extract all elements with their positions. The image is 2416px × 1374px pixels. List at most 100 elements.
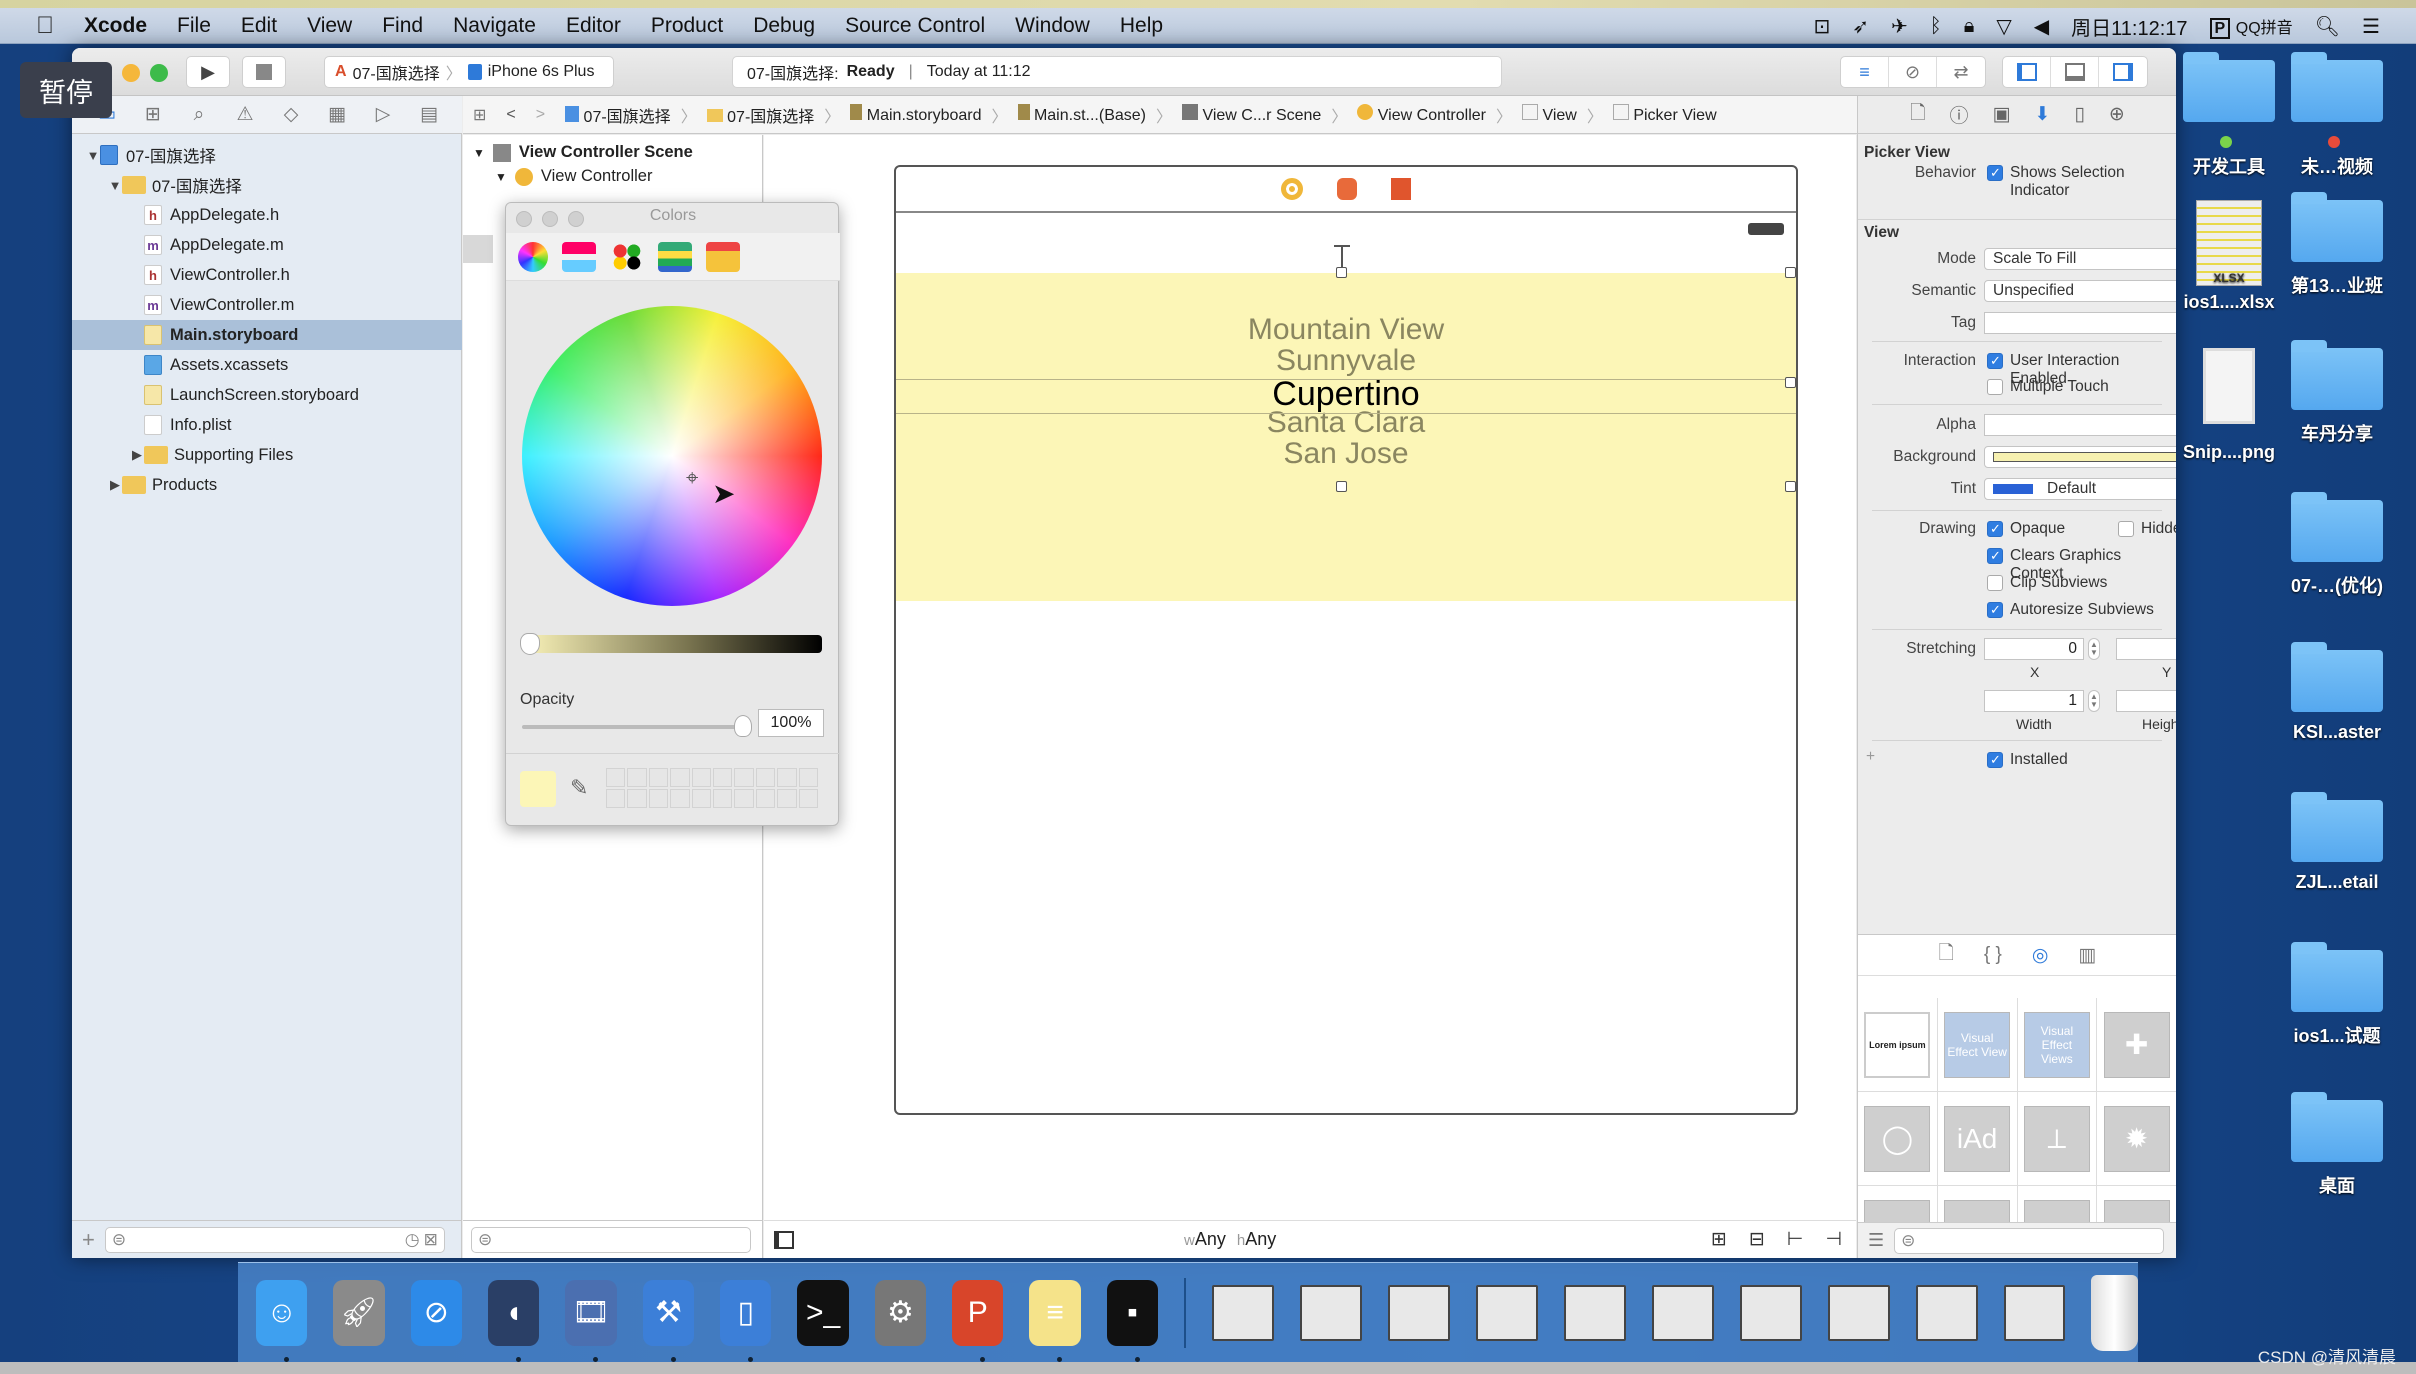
xcode-icon[interactable]: ⚒ (642, 1279, 695, 1362)
disclosure-triangle-icon[interactable]: ▼ (495, 170, 507, 184)
lock-icon[interactable]: 🔒︎ (1964, 15, 1975, 38)
library-item[interactable]: iAd (1937, 1092, 2018, 1186)
hidden-checkbox[interactable] (2118, 521, 2134, 537)
stretch-x-field[interactable]: 0 (1984, 638, 2084, 660)
color-wheel[interactable] (522, 306, 822, 606)
menu-window[interactable]: Window (1015, 14, 1090, 38)
color-swatch-slot[interactable] (648, 768, 669, 787)
crayons-tab-icon[interactable] (706, 241, 740, 272)
color-swatch-slot[interactable] (627, 768, 647, 787)
warning-icon[interactable]: ⚠ (232, 103, 258, 127)
toggle-utilities-button[interactable] (2099, 57, 2147, 87)
minimized-window-thumbnail[interactable] (1299, 1284, 1362, 1341)
movie-app-icon[interactable]: 🎞︎ (565, 1279, 617, 1362)
library-item[interactable]: Visual Effect Views (2017, 998, 2098, 1092)
menu-debug[interactable]: Debug (753, 14, 815, 38)
menu-xcode[interactable]: Xcode (84, 14, 147, 38)
menu-product[interactable]: Product (651, 14, 723, 38)
toggle-debug-button[interactable] (2051, 57, 2099, 87)
color-swatch-slot[interactable] (712, 768, 733, 787)
alpha-field[interactable]: 1 (1984, 414, 2176, 436)
color-swatch-slot[interactable] (670, 789, 690, 808)
zoom-button[interactable] (150, 64, 168, 82)
color-wheel-tab-icon[interactable] (518, 241, 548, 272)
list-view-icon[interactable]: ☰ (1868, 1230, 1884, 1251)
library-item[interactable]: ⟂ (2017, 1092, 2098, 1186)
location-icon[interactable]: ➶ (1852, 14, 1869, 39)
opacity-slider[interactable] (522, 725, 742, 729)
opacity-value[interactable]: 100% (758, 709, 824, 737)
breakpoint-icon[interactable]: ▷ (370, 103, 396, 127)
pin-icon[interactable]: ⊢ (1787, 1228, 1804, 1251)
installed-checkbox[interactable] (1987, 752, 2003, 768)
tag-field[interactable]: 0 (1984, 312, 2176, 334)
resize-handle[interactable] (1336, 267, 1347, 278)
opacity-knob[interactable] (734, 715, 752, 737)
code-snippet-icon[interactable]: { } (1984, 944, 2002, 966)
view-controller-icon[interactable] (1281, 178, 1303, 200)
back-button[interactable]: < (506, 106, 515, 124)
pause-badge[interactable]: 暂停 (20, 62, 112, 118)
trash-icon[interactable] (2091, 1274, 2138, 1351)
color-swatch-slot[interactable] (691, 789, 711, 808)
current-color-swatch[interactable] (520, 771, 556, 807)
color-swatch-slot[interactable] (670, 768, 690, 787)
debug-icon[interactable]: ▦ (324, 103, 350, 127)
volume-icon[interactable]: ◀ (2034, 14, 2049, 39)
stop-button[interactable] (242, 56, 286, 88)
picker-row[interactable]: San Jose (896, 437, 1796, 471)
stretch-x-stepper[interactable]: ▲ ▼ (2088, 638, 2100, 660)
exit-icon[interactable] (1391, 178, 1411, 200)
system-preferences-icon[interactable]: ⚙ (874, 1279, 927, 1346)
safari-icon[interactable]: ⊘ (410, 1279, 463, 1346)
file-tree-item[interactable]: LaunchScreen.storyboard (72, 380, 462, 410)
desktop-item[interactable]: ZJL...etail (2282, 792, 2392, 893)
color-palettes-tab-icon[interactable] (610, 241, 644, 272)
object-library-icon[interactable]: ◎ (2032, 944, 2049, 967)
disclosure-triangle-icon[interactable]: ▶ (108, 477, 122, 493)
connections-inspector-icon[interactable]: ⊕ (2109, 103, 2125, 126)
standard-editor-button[interactable]: ≡ (1841, 57, 1889, 87)
stretch-width-stepper[interactable]: ▲ ▼ (2088, 690, 2100, 712)
semantic-popup[interactable]: Unspecified⇕ (1984, 280, 2176, 302)
disclosure-triangle-icon[interactable]: ▶ (130, 447, 144, 463)
autoresize-subviews-checkbox[interactable] (1987, 602, 2003, 618)
identity-inspector-icon[interactable]: ▣ (1993, 103, 2011, 126)
bluetooth-icon[interactable]: ᛒ (1930, 15, 1942, 38)
stretch-width-field[interactable]: 1 (1984, 690, 2084, 712)
multiple-touch-checkbox[interactable] (1987, 379, 2003, 395)
powerpoint-icon[interactable]: P (952, 1279, 1004, 1362)
picker-row[interactable]: Sunnyvale (896, 344, 1796, 378)
desktop-item[interactable]: 开发工具 (2174, 52, 2284, 179)
color-swatch-slot[interactable] (734, 768, 754, 787)
color-swatch-slot[interactable] (777, 768, 797, 787)
minimized-window-thumbnail[interactable] (1915, 1284, 1978, 1341)
minimized-window-thumbnail[interactable] (1387, 1284, 1450, 1341)
outline-scene[interactable]: ▼ View Controller Scene (473, 143, 693, 162)
view-controller-scene[interactable]: Mountain View Sunnyvale Cupertino Santa Cla… (894, 165, 1798, 1115)
color-swatch-slot[interactable] (755, 789, 776, 808)
menu-view[interactable]: View (307, 14, 352, 38)
clock[interactable]: 周日11:12:17 (2071, 12, 2187, 41)
menu-source-control[interactable]: Source Control (845, 14, 985, 38)
picker-row[interactable]: Mountain View (896, 313, 1796, 347)
crumb-view[interactable]: View (1522, 104, 1577, 125)
stretch-height-field[interactable]: 1 (2116, 690, 2176, 712)
wifi-icon[interactable]: ▽ (1996, 14, 2011, 39)
minimized-window-thumbnail[interactable] (1211, 1284, 1274, 1341)
brightness-slider[interactable] (522, 635, 822, 653)
resize-handle[interactable] (1785, 481, 1796, 492)
notes-icon[interactable]: ≡ (1029, 1279, 1081, 1362)
menu-edit[interactable]: Edit (241, 14, 277, 38)
assistant-editor-button[interactable]: ⊘ (1889, 57, 1937, 87)
disclosure-triangle-icon[interactable]: ▼ (86, 148, 100, 163)
recent-icon[interactable]: ◷ (405, 1230, 420, 1250)
file-tree-item[interactable]: ▶ Supporting Files (72, 440, 462, 470)
desktop-item[interactable]: 第13…业班 (2282, 192, 2392, 298)
resize-handle[interactable] (1785, 267, 1796, 278)
first-responder-icon[interactable] (1337, 178, 1357, 200)
stretch-y-field[interactable]: 0 (2116, 638, 2176, 660)
resolve-icon[interactable]: ⊣ (1825, 1228, 1842, 1251)
user-interaction-checkbox[interactable] (1987, 353, 2003, 369)
background-popup[interactable]: ⇕ (1984, 446, 2176, 468)
